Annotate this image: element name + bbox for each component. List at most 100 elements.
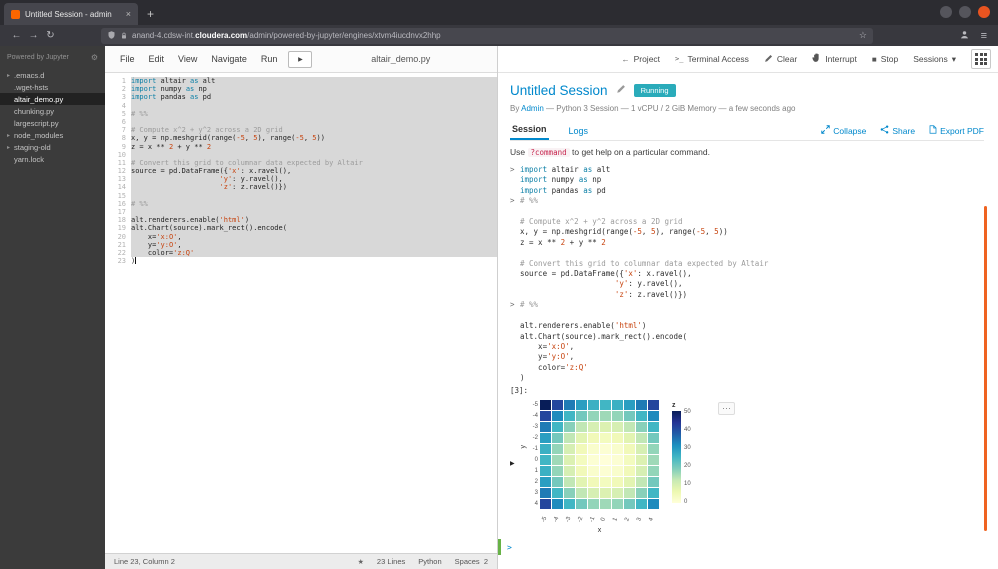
forward-icon[interactable]: →	[25, 30, 42, 41]
console-input[interactable]: >	[498, 539, 985, 555]
browser-tab[interactable]: Untitled Session - admin ×	[4, 3, 138, 25]
terminal-access-label: Terminal Access	[687, 54, 748, 64]
hamburger-menu-icon[interactable]: ≡	[981, 30, 987, 42]
menu-edit[interactable]: Edit	[142, 54, 172, 64]
code-line[interactable]: alt.Chart(source).mark_rect().encode(	[131, 224, 497, 232]
stop-button[interactable]: ■ Stop	[872, 54, 898, 64]
status-badge: Running	[634, 84, 676, 97]
heatmap-cell	[564, 400, 575, 410]
heatmap-cell	[564, 488, 575, 498]
edit-title-icon[interactable]	[616, 81, 626, 99]
sidebar-file--wget-hsts[interactable]: .wget-hsts	[0, 81, 105, 93]
heatmap-cell	[552, 400, 563, 410]
code-line[interactable]: color='z:Q'	[131, 249, 497, 257]
heatmap-cell	[576, 499, 587, 509]
shield-icon[interactable]	[107, 27, 116, 45]
maximize-button[interactable]	[959, 6, 971, 18]
menu-file[interactable]: File	[113, 54, 142, 64]
console-scrollbar[interactable]	[984, 206, 987, 531]
project-button[interactable]: ← Project	[622, 54, 660, 64]
indent-indicator[interactable]: Spaces 2	[455, 557, 488, 566]
sidebar-file--emacs-d[interactable]: ▸.emacs.d	[0, 69, 105, 81]
minimize-button[interactable]	[940, 6, 952, 18]
code-line[interactable]: source = pd.DataFrame({'x': x.ravel(),	[131, 167, 497, 175]
code-line[interactable]: # Convert this grid to columnar data exp…	[131, 159, 497, 167]
code-line[interactable]: 'z': z.ravel()})	[131, 183, 497, 191]
terminal-access-button[interactable]: >_ Terminal Access	[675, 54, 749, 64]
close-window-button[interactable]	[978, 6, 990, 18]
code-line[interactable]: y='y:O',	[131, 241, 497, 249]
code-line[interactable]: )	[131, 257, 497, 265]
altair-chart: ▶ ⋯ y -5-4-3-2-101234 -5-4-3-2-101234 x …	[520, 400, 735, 534]
sidebar-file-yarn-lock[interactable]: yarn.lock	[0, 153, 105, 165]
code-line[interactable]: x='x:O',	[131, 233, 497, 241]
sessions-dropdown[interactable]: Sessions ▾	[913, 54, 956, 65]
code-line[interactable]: import numpy as np	[131, 85, 497, 93]
code-line[interactable]: # Compute x^2 + y^2 across a 2D grid	[131, 126, 497, 134]
tab-session[interactable]: Session	[510, 121, 549, 140]
code-line[interactable]: # %%	[131, 110, 497, 118]
menu-navigate[interactable]: Navigate	[204, 54, 254, 64]
url-bar[interactable]: anand-4.cdsw-int.cloudera.com/admin/powe…	[101, 28, 873, 44]
language-indicator[interactable]: Python	[418, 557, 441, 566]
code-line[interactable]	[131, 208, 497, 216]
session-tabs: Session Logs Collapse Share Export PDF	[510, 121, 984, 141]
code-area[interactable]: 1234567891011121314151617181920212223 im…	[105, 73, 497, 553]
run-button[interactable]: ▶	[288, 51, 312, 68]
session-title: Untitled Session	[510, 83, 608, 98]
prompt-caret	[510, 238, 520, 248]
heatmap-cell	[612, 488, 623, 498]
editor-code[interactable]: import altair as altimport numpy as npim…	[131, 73, 497, 553]
heatmap-cell	[564, 499, 575, 509]
chart-actions-menu[interactable]: ⋯	[718, 402, 735, 415]
apps-grid-button[interactable]	[971, 49, 991, 69]
prompt-caret[interactable]: >	[510, 165, 520, 175]
account-icon[interactable]	[959, 27, 970, 45]
prompt-caret[interactable]: >	[510, 196, 520, 206]
menu-run[interactable]: Run	[254, 54, 285, 64]
sidebar-file-altair-demo-py[interactable]: altair_demo.py	[0, 93, 105, 105]
bookmark-star-icon[interactable]: ☆	[859, 30, 867, 41]
export-pdf-button[interactable]: Export PDF	[929, 125, 984, 136]
interrupt-label: Interrupt	[825, 54, 857, 64]
new-tab-button[interactable]: +	[138, 3, 163, 25]
back-icon[interactable]: ←	[8, 30, 25, 41]
code-line[interactable]: # %%	[131, 200, 497, 208]
byline-user-link[interactable]: Admin	[521, 104, 544, 113]
collapse-button[interactable]: Collapse	[821, 125, 866, 136]
prompt-caret	[510, 363, 520, 373]
clear-button[interactable]: Clear	[764, 54, 797, 65]
code-line[interactable]: alt.renderers.enable('html')	[131, 216, 497, 224]
legend-ticks: 50403020100	[684, 409, 691, 505]
hand-icon	[812, 53, 821, 65]
console-line: x='x:O',	[510, 342, 998, 352]
code-line[interactable]: x, y = np.meshgrid(range(-5, 5), range(-…	[131, 134, 497, 142]
code-line[interactable]: import pandas as pd	[131, 93, 497, 101]
prompt-caret[interactable]: >	[510, 300, 520, 310]
code-line[interactable]	[131, 151, 497, 159]
menu-view[interactable]: View	[171, 54, 204, 64]
heatmap-cell	[576, 477, 587, 487]
share-button[interactable]: Share	[880, 125, 915, 136]
heatmap-cell	[552, 488, 563, 498]
gear-icon[interactable]: ⚙	[91, 53, 98, 62]
sidebar-file-chunking-py[interactable]: chunking.py	[0, 105, 105, 117]
code-line[interactable]	[131, 192, 497, 200]
code-line[interactable]: 'y': y.ravel(),	[131, 175, 497, 183]
sidebar-file-largescript-py[interactable]: largescript.py	[0, 117, 105, 129]
code-line[interactable]: z = x ** 2 + y ** 2	[131, 143, 497, 151]
editor-filename: altair_demo.py	[312, 54, 489, 64]
sidebar-file-staging-old[interactable]: ▸staging-old	[0, 141, 105, 153]
tab-close-icon[interactable]: ×	[126, 9, 131, 19]
heatmap-cell	[612, 466, 623, 476]
sidebar-file-node-modules[interactable]: ▸node_modules	[0, 129, 105, 141]
code-line[interactable]: import altair as alt	[131, 77, 497, 85]
interrupt-button[interactable]: Interrupt	[812, 53, 857, 65]
reload-icon[interactable]: ↻	[42, 30, 59, 41]
output-collapse-icon[interactable]: ▶	[510, 460, 515, 467]
code-line[interactable]	[131, 102, 497, 110]
heatmap-cell	[648, 499, 659, 509]
tab-logs[interactable]: Logs	[567, 123, 591, 140]
favorite-star-icon[interactable]: ★	[358, 558, 364, 566]
code-line[interactable]	[131, 118, 497, 126]
